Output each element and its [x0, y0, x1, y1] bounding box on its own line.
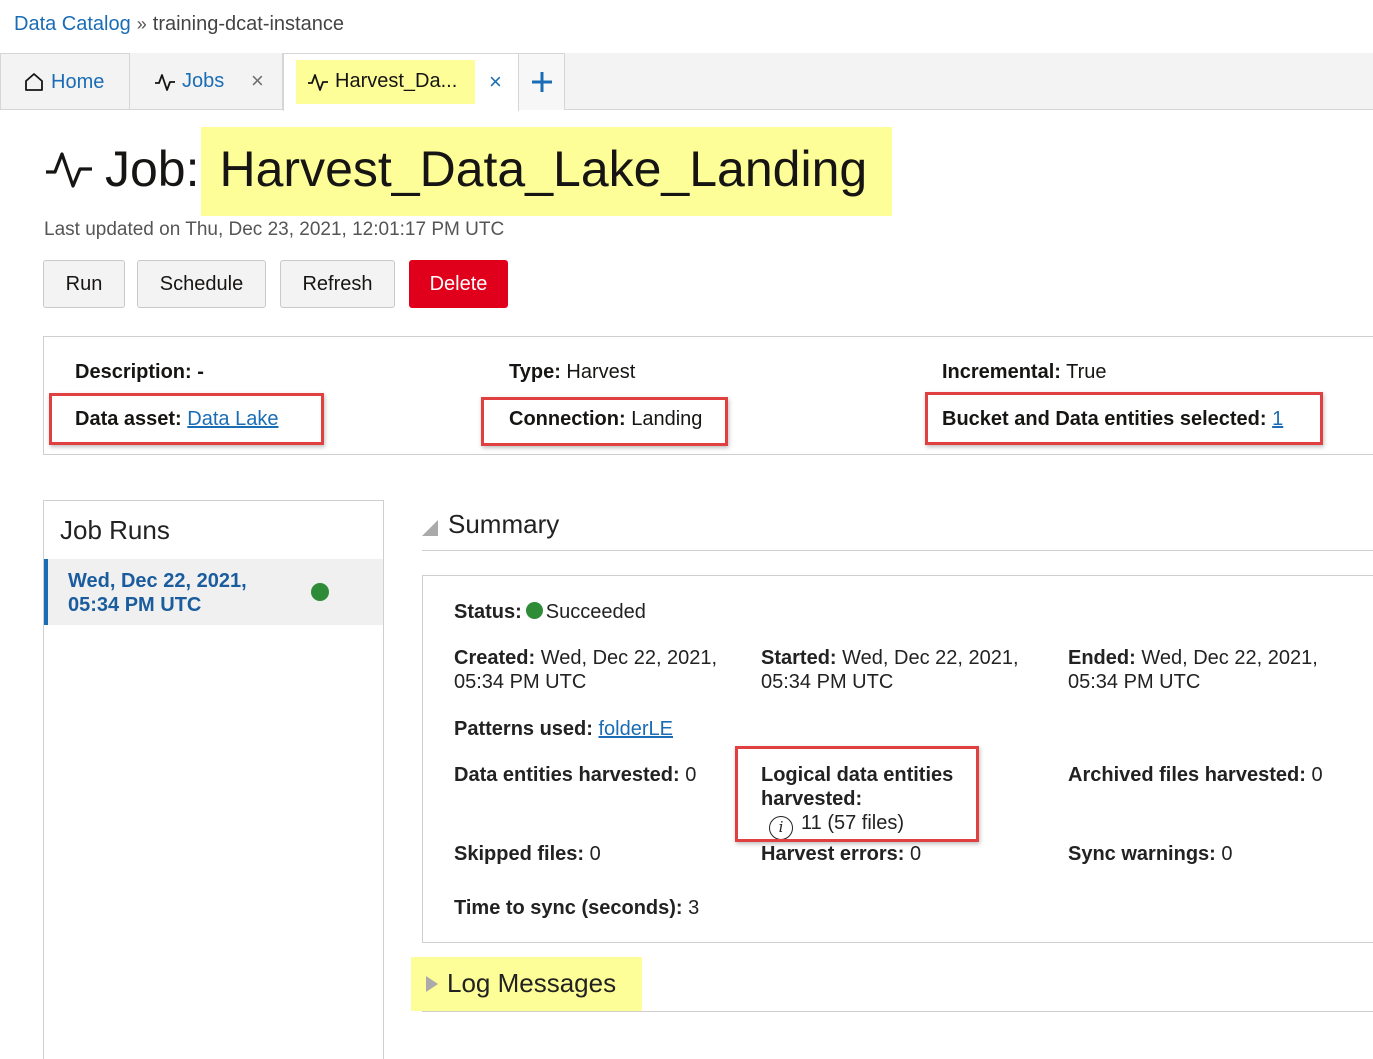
ended-value-time: 05:34 PM UTC [1068, 671, 1201, 693]
archived-files-field: Archived files harvested: 0 [1068, 763, 1323, 787]
created-value: Wed, Dec 22, 2021, [540, 647, 718, 669]
data-entities-label: Data entities harvested: [454, 764, 680, 786]
incremental-label: Incremental: [942, 361, 1061, 383]
patterns-link[interactable]: folderLE [599, 718, 674, 740]
job-run-date-line: Wed, Dec 22, 2021, [68, 570, 247, 592]
activity-icon [46, 152, 92, 188]
schedule-button[interactable]: Schedule [137, 260, 266, 308]
created-field: Created: Wed, Dec 22, 2021, 05:34 PM UTC [454, 646, 717, 694]
title-prefix: Job: [105, 141, 200, 197]
add-tab-button[interactable] [519, 53, 565, 110]
annotation-box [735, 746, 979, 842]
expand-triangle-icon [426, 975, 438, 992]
page-title: Job: Harvest_Data_Lake_Landing [45, 140, 867, 198]
plus-icon [531, 72, 552, 92]
divider [422, 550, 1373, 551]
sync-warnings-field: Sync warnings: 0 [1068, 842, 1233, 866]
annotation-box [49, 393, 324, 445]
tab-home[interactable]: Home [0, 53, 130, 110]
archived-files-label: Archived files harvested: [1068, 764, 1306, 786]
tab-jobs-label: Jobs [182, 70, 225, 92]
annotation-box [925, 392, 1323, 445]
harvest-errors-field: Harvest errors: 0 [761, 842, 921, 866]
close-icon[interactable]: × [251, 68, 264, 94]
data-entities-field: Data entities harvested: 0 [454, 763, 696, 787]
delete-button[interactable]: Delete [409, 260, 508, 308]
job-run-time-line: 05:34 PM UTC [68, 594, 202, 616]
type-label: Type: [509, 361, 561, 383]
divider [422, 1011, 1373, 1012]
job-runs-title: Job Runs [60, 515, 170, 545]
tab-home-label: Home [51, 70, 105, 93]
started-value-time: 05:34 PM UTC [761, 671, 894, 693]
incremental-field: Incremental: True [942, 361, 1107, 384]
job-run-date: Wed, Dec 22, 2021, 05:34 PM UTC [68, 569, 247, 617]
last-updated-text: Last updated on Thu, Dec 23, 2021, 12:01… [44, 219, 505, 240]
time-to-sync-label: Time to sync (seconds): [454, 897, 683, 919]
job-name: Harvest_Data_Lake_Landing [219, 141, 868, 197]
time-to-sync-value: 3 [688, 897, 700, 919]
close-icon[interactable]: × [489, 69, 502, 95]
breadcrumb-current: training-dcat-instance [152, 13, 344, 35]
sync-warnings-label: Sync warnings: [1068, 843, 1216, 865]
activity-icon [155, 73, 175, 91]
type-value: Harvest [566, 361, 636, 383]
started-field: Started: Wed, Dec 22, 2021, 05:34 PM UTC [761, 646, 1019, 694]
summary-title: Summary [448, 509, 560, 539]
patterns-field: Patterns used: folderLE [454, 717, 673, 741]
tab-harvest-job[interactable]: Harvest_Da... × [283, 53, 519, 111]
status-label: Status: [454, 601, 522, 623]
data-entities-value: 0 [685, 764, 697, 786]
activity-icon [308, 73, 328, 91]
ended-label: Ended: [1068, 647, 1136, 669]
started-label: Started: [761, 647, 837, 669]
started-value: Wed, Dec 22, 2021, [842, 647, 1019, 669]
harvest-errors-label: Harvest errors: [761, 843, 905, 865]
collapse-triangle-icon [422, 519, 438, 536]
incremental-value: True [1066, 361, 1107, 383]
description-value: - [197, 361, 204, 383]
status-success-icon [525, 602, 543, 619]
created-label: Created: [454, 647, 536, 669]
status-success-icon [311, 583, 329, 601]
patterns-label: Patterns used: [454, 718, 593, 740]
type-field: Type: Harvest [509, 361, 635, 384]
skipped-files-label: Skipped files: [454, 843, 585, 865]
breadcrumb-separator: » [136, 14, 147, 34]
skipped-files-field: Skipped files: 0 [454, 842, 601, 866]
job-runs-panel: Job Runs Wed, Dec 22, 2021, 05:34 PM UTC [43, 500, 384, 1059]
log-messages-title: Log Messages [447, 968, 617, 998]
ended-field: Ended: Wed, Dec 22, 2021, 05:34 PM UTC [1068, 646, 1318, 694]
tab-harvest-job-label: Harvest_Da... [335, 70, 458, 92]
tab-jobs[interactable]: Jobs × [130, 53, 283, 110]
home-icon [25, 73, 43, 91]
sync-warnings-value: 0 [1221, 843, 1233, 865]
time-to-sync-field: Time to sync (seconds): 3 [454, 896, 699, 920]
job-run-item[interactable]: Wed, Dec 22, 2021, 05:34 PM UTC [44, 559, 383, 625]
summary-section-toggle[interactable]: Summary [422, 509, 559, 540]
breadcrumb: Data Catalog» training-dcat-instance [14, 13, 344, 36]
annotation-box [481, 397, 728, 446]
description-label: Description: [75, 361, 192, 383]
description-field: Description: - [75, 361, 204, 384]
breadcrumb-data-catalog-link[interactable]: Data Catalog [14, 13, 131, 35]
refresh-button[interactable]: Refresh [280, 260, 395, 308]
status-value: Succeeded [545, 601, 646, 623]
archived-files-value: 0 [1311, 764, 1323, 786]
run-button[interactable]: Run [43, 260, 125, 308]
ended-value: Wed, Dec 22, 2021, [1141, 647, 1318, 669]
tab-strip: Home Jobs × Harvest_Da... × [0, 53, 1373, 111]
created-value-time: 05:34 PM UTC [454, 671, 587, 693]
status-field: Status: Succeeded [454, 600, 646, 624]
log-messages-section-toggle[interactable]: Log Messages [426, 968, 616, 999]
harvest-errors-value: 0 [909, 843, 922, 865]
skipped-files-value: 0 [589, 843, 601, 865]
